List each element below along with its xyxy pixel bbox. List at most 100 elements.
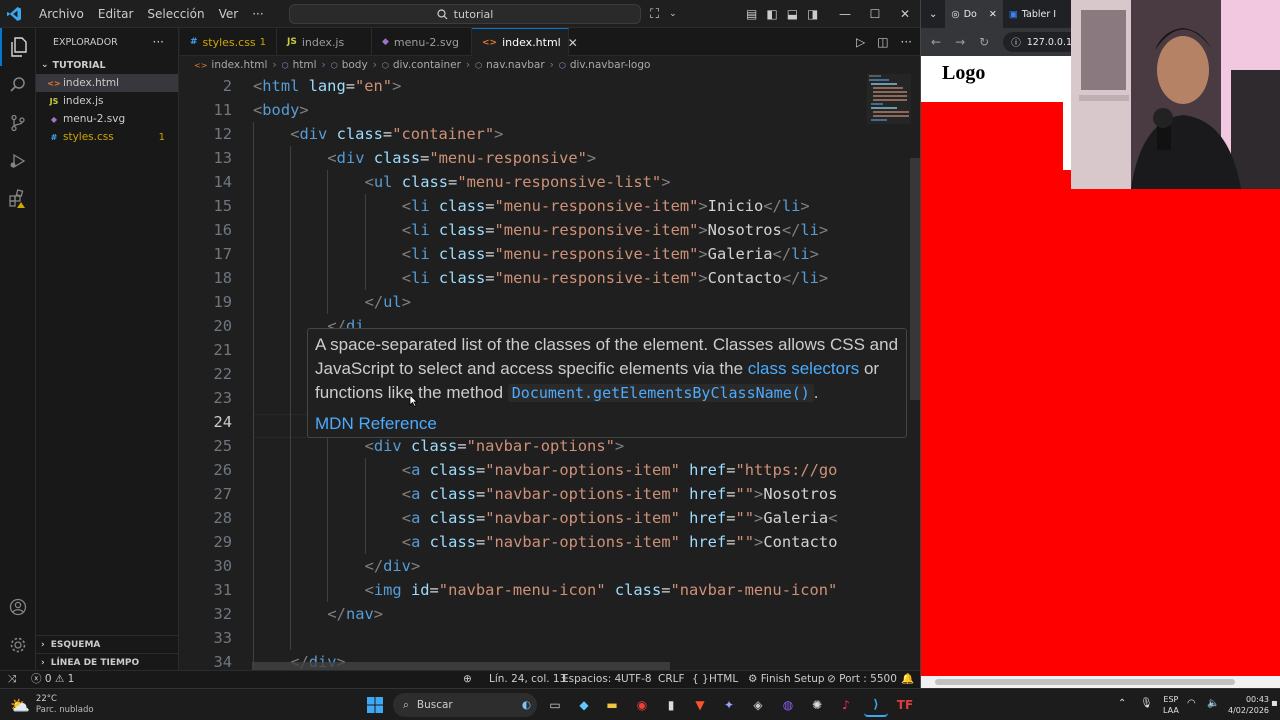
file-item[interactable]: JS index.js <box>36 92 178 110</box>
clock[interactable]: 00:43 4/02/2026 <box>1228 689 1269 720</box>
weather-widget[interactable]: ⛅ 22°C Parc. nublado <box>10 694 94 716</box>
code-line[interactable]: 33 <box>180 626 860 650</box>
windows-start-icon[interactable] <box>363 693 387 717</box>
search-view-icon[interactable] <box>0 66 36 104</box>
code-line[interactable]: 13 <div class="menu-responsive"> <box>180 146 860 170</box>
browser-forward-icon[interactable]: → <box>955 35 965 49</box>
reload-icon[interactable]: ↻ <box>979 35 989 49</box>
vscode-logo-icon[interactable] <box>2 0 26 28</box>
code-line[interactable]: 29 <a class="navbar-options-item" href=""… <box>180 530 860 554</box>
minimize-icon[interactable]: — <box>830 0 860 28</box>
breadcrumb-item[interactable]: div.container <box>393 59 461 71</box>
close-tab-icon[interactable]: ✕ <box>568 36 578 50</box>
encoding[interactable]: UTF-8 <box>621 671 652 688</box>
tf-app-icon[interactable]: TF <box>893 693 917 717</box>
mdn-reference-link[interactable]: MDN Reference <box>315 412 899 436</box>
code-line[interactable]: 16 <li class="menu-responsive-item">Nosot… <box>180 218 860 242</box>
app-icon[interactable]: ✦ <box>717 693 741 717</box>
timeline-section[interactable]: › LÍNEA DE TIEMPO <box>36 653 179 671</box>
source-control-icon[interactable] <box>0 104 36 142</box>
breadcrumb-item[interactable]: index.html <box>211 59 267 71</box>
vertical-scrollbar[interactable] <box>910 158 920 400</box>
live-server-port[interactable]: ⊘ Port : 5500 <box>827 671 897 688</box>
browser-tab-2[interactable]: ▣ Tabler I <box>1003 0 1062 28</box>
tab-menu-2-svg[interactable]: ◆ menu-2.svg <box>372 28 472 56</box>
tab-styles-css[interactable]: # styles.css 1 <box>180 28 277 56</box>
remote-icon[interactable]: ⤨ <box>8 671 16 688</box>
code-line[interactable]: 32 </nav> <box>180 602 860 626</box>
outline-section[interactable]: › ESQUEMA <box>36 635 179 653</box>
code-line[interactable]: 11 <body> <box>180 98 860 122</box>
file-explorer-icon[interactable]: ▬ <box>600 693 624 717</box>
split-editor-icon[interactable]: ◫ <box>877 35 888 49</box>
indentation[interactable]: Espacios: 4 <box>562 671 621 688</box>
problems-indicator[interactable]: ⓧ 0 ⚠ 1 <box>31 671 74 688</box>
vscode-taskbar-icon[interactable]: ⟩ <box>864 693 888 717</box>
code-line[interactable]: 12 <div class="container"> <box>180 122 860 146</box>
file-item[interactable]: # styles.css 1 <box>36 128 178 146</box>
notification-icon[interactable]: ▪ <box>1271 689 1278 720</box>
chrome-icon[interactable]: ◉ <box>630 693 654 717</box>
close-window-icon[interactable]: ✕ <box>890 0 920 28</box>
toggle-secondary-sidebar-icon[interactable]: ◨ <box>807 7 818 21</box>
breadcrumb-item[interactable]: div.navbar-logo <box>570 59 651 71</box>
customize-layout-icon[interactable]: ▤ <box>746 7 757 21</box>
run-icon[interactable]: ▷ <box>856 35 865 49</box>
menu-seleccion[interactable]: Selección <box>140 0 211 28</box>
browser-back-icon[interactable]: ← <box>931 35 941 49</box>
close-tab-icon[interactable]: ✕ <box>989 9 997 20</box>
workspace-folder[interactable]: ⌄ TUTORIAL <box>36 56 178 74</box>
chatgpt-icon[interactable]: ✺ <box>805 693 829 717</box>
brave-icon[interactable]: ▼ <box>688 693 712 717</box>
breadcrumb-item[interactable]: nav.navbar <box>486 59 545 71</box>
code-line[interactable]: 17 <li class="menu-responsive-item">Galer… <box>180 242 860 266</box>
scrollbar-thumb[interactable] <box>935 679 1235 685</box>
copilot-icon[interactable]: ⛶ <box>650 7 659 22</box>
tray-expand-icon[interactable]: ⌃ <box>1118 689 1126 720</box>
file-item[interactable]: ◆ menu-2.svg <box>36 110 178 128</box>
edge-icon[interactable]: ◈ <box>746 693 770 717</box>
maximize-icon[interactable]: ☐ <box>860 0 890 28</box>
network-icon[interactable]: ◠ <box>1187 689 1196 720</box>
code-line[interactable]: 26 <a class="navbar-options-item" href="h… <box>180 458 860 482</box>
notifications-bell-icon[interactable]: 🔔 <box>901 671 914 688</box>
menu-editar[interactable]: Editar <box>91 0 141 28</box>
menu-archivo[interactable]: Archivo <box>32 0 91 28</box>
code-line[interactable]: 19 </ul> <box>180 290 860 314</box>
breadcrumb-item[interactable]: body <box>342 59 368 71</box>
file-item[interactable]: <> index.html <box>36 74 178 92</box>
tab-index-js[interactable]: JS index.js <box>277 28 372 56</box>
horizontal-scrollbar[interactable] <box>252 662 670 670</box>
tab-actions-icon[interactable]: ⌄ <box>921 9 945 20</box>
explorer-icon[interactable] <box>0 28 36 66</box>
code-line[interactable]: 2 <html lang="en"> <box>180 74 860 98</box>
settings-gear-icon[interactable] <box>0 626 36 664</box>
end-of-line[interactable]: CRLF <box>658 671 685 688</box>
volume-icon[interactable]: 🔈 <box>1207 689 1219 720</box>
copilot-app-icon[interactable]: ◆ <box>572 693 596 717</box>
breadcrumb-item[interactable]: html <box>293 59 317 71</box>
language-indicator[interactable]: ESP LAA <box>1163 689 1179 720</box>
tiktok-icon[interactable]: ♪ <box>834 693 858 717</box>
browser-horizontal-scrollbar[interactable] <box>921 676 1280 688</box>
code-line[interactable]: 14 <ul class="menu-responsive-list"> <box>180 170 860 194</box>
menu-more[interactable]: ··· <box>245 0 270 28</box>
more-actions-icon[interactable]: ··· <box>901 35 912 49</box>
tab-index-html[interactable]: <> index.html ✕ <box>472 28 578 56</box>
microphone-icon[interactable]: 🎙 <box>1140 689 1153 720</box>
toggle-panel-icon[interactable]: ⬓ <box>787 7 798 21</box>
discord-icon[interactable]: ◍ <box>776 693 800 717</box>
taskbar-search[interactable]: ⌕ Buscar ◐ <box>393 693 537 717</box>
task-view-icon[interactable]: ▭ <box>543 693 567 717</box>
command-center-search[interactable]: tutorial <box>289 4 641 24</box>
browser-tab-active[interactable]: ◎ Do ✕ <box>945 0 1003 28</box>
code-line[interactable]: 30 </div> <box>180 554 860 578</box>
finish-setup[interactable]: ⚙ Finish Setup <box>748 671 825 688</box>
toggle-sidebar-icon[interactable]: ◧ <box>766 7 777 21</box>
chevron-down-icon[interactable]: ⌄ <box>669 9 677 19</box>
language-mode[interactable]: HTML <box>709 671 738 688</box>
class-selectors-link[interactable]: class selectors <box>748 359 859 378</box>
code-line[interactable]: 28 <a class="navbar-options-item" href=""… <box>180 506 860 530</box>
code-line[interactable]: 31 <img id="navbar-menu-icon" class="navb… <box>180 578 860 602</box>
code-line[interactable]: 27 <a class="navbar-options-item" href=""… <box>180 482 860 506</box>
